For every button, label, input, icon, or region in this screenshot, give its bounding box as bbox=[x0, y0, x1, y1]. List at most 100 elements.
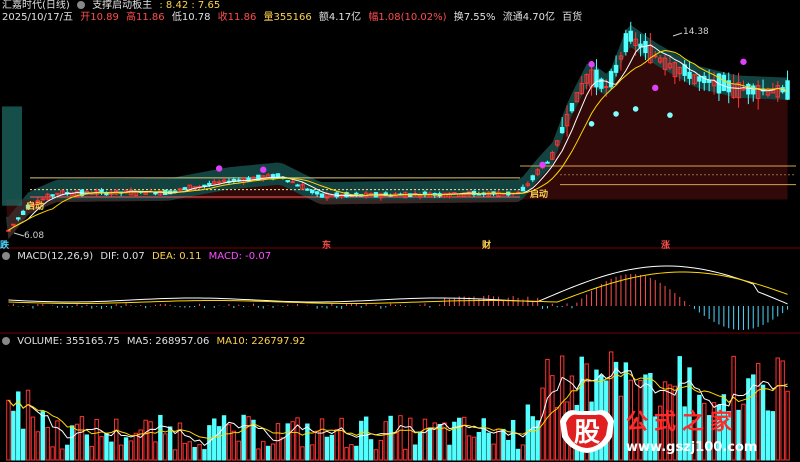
volume-bar bbox=[128, 440, 134, 461]
signal-dot bbox=[260, 166, 267, 173]
volume-bar bbox=[334, 429, 339, 461]
volume-bar bbox=[310, 444, 315, 461]
volume-bar bbox=[256, 448, 261, 461]
low-marker-line bbox=[13, 232, 25, 237]
macd-title[interactable]: MACD(12,26,9) bbox=[17, 251, 93, 262]
candle-body bbox=[687, 71, 692, 79]
low-value: 低10.78 bbox=[171, 12, 211, 23]
volume-bar bbox=[11, 410, 16, 461]
volume-bar bbox=[314, 430, 320, 461]
volume-bar bbox=[275, 423, 281, 461]
volume-bar bbox=[466, 435, 472, 461]
volume-bar bbox=[461, 416, 467, 461]
candle-body bbox=[290, 181, 295, 184]
signal-dot bbox=[588, 61, 595, 68]
volume-bar bbox=[35, 431, 41, 461]
volume-bar bbox=[177, 422, 183, 461]
tag-east[interactable]: 东 bbox=[322, 238, 331, 251]
tag-rise[interactable]: 涨 bbox=[661, 238, 670, 251]
volume-bar bbox=[148, 421, 153, 461]
settings-icon[interactable] bbox=[77, 1, 85, 9]
volume-bar bbox=[212, 418, 217, 461]
stock-title[interactable]: 汇嘉时代(日线) bbox=[2, 0, 70, 11]
volume-bar bbox=[300, 446, 305, 461]
candle-body bbox=[6, 229, 11, 232]
sector-value: 百货 bbox=[562, 12, 583, 23]
candle-body bbox=[623, 33, 629, 53]
candle-body bbox=[559, 127, 565, 134]
volume-bar bbox=[153, 441, 158, 461]
volume-bar bbox=[25, 389, 31, 461]
candle-body bbox=[697, 76, 702, 82]
volume-bar bbox=[231, 430, 237, 461]
watermark-url[interactable]: www.gszj100.com bbox=[626, 440, 757, 455]
volume-bar bbox=[265, 445, 271, 461]
volume-bar bbox=[143, 419, 148, 461]
candle-body bbox=[628, 30, 633, 42]
tag-finance[interactable]: 财 bbox=[482, 238, 491, 251]
volume-bar bbox=[236, 440, 241, 461]
volume-bar bbox=[393, 432, 398, 461]
volume-bar bbox=[339, 417, 344, 461]
close-value: 收11.86 bbox=[217, 12, 257, 23]
high-price-label: 14.38 bbox=[683, 27, 709, 37]
signal-dot bbox=[215, 165, 223, 172]
macd-settings-icon[interactable] bbox=[2, 252, 10, 260]
candle-body bbox=[569, 102, 575, 112]
candle-body bbox=[594, 69, 599, 88]
macd-dea: DEA: 0.11 bbox=[151, 251, 202, 262]
volume-bar bbox=[520, 444, 526, 461]
volume-bar bbox=[354, 445, 359, 461]
volume-bar bbox=[104, 433, 109, 461]
volume-bar bbox=[280, 437, 286, 461]
volume-bar bbox=[261, 440, 266, 461]
volume-bar bbox=[246, 416, 251, 461]
candle-body bbox=[314, 191, 320, 195]
volume-bar bbox=[319, 418, 325, 461]
volume-bar bbox=[437, 423, 442, 461]
volume-bar bbox=[84, 434, 90, 461]
volume-title[interactable]: VOLUME: 355165.75 bbox=[17, 336, 120, 347]
indicator-name[interactable]: 支撑启动板主 bbox=[92, 0, 152, 11]
volume-bar bbox=[329, 434, 335, 461]
candle-body bbox=[295, 184, 300, 187]
volume-bar bbox=[359, 420, 364, 461]
watermark-badge-icon: 股 公式之家 www.gszj100.com bbox=[560, 409, 757, 455]
volume-bar bbox=[398, 415, 403, 461]
volume-bar bbox=[496, 428, 501, 461]
volume-bar bbox=[412, 444, 418, 461]
candle-body bbox=[643, 41, 648, 54]
volume-ma10: MA10: 226797.92 bbox=[216, 336, 306, 347]
candle-body bbox=[746, 83, 751, 95]
volume-bar bbox=[114, 418, 119, 461]
volume-bar bbox=[388, 415, 393, 461]
tag-fall[interactable]: 跌 bbox=[0, 238, 9, 251]
turnover-value: 换7.55% bbox=[453, 12, 496, 23]
signal-dot bbox=[652, 84, 659, 92]
volume-bar bbox=[20, 428, 26, 461]
volume-bar bbox=[65, 444, 70, 461]
candle-body bbox=[520, 186, 526, 192]
volume-bar bbox=[447, 444, 452, 461]
buy-dot bbox=[588, 121, 595, 127]
candle-body bbox=[50, 194, 55, 197]
volume-bar bbox=[55, 420, 60, 461]
candle-body bbox=[182, 187, 188, 190]
volume-bar bbox=[69, 425, 75, 461]
macd-dif: DIF: 0.07 bbox=[100, 251, 145, 262]
volume-bar bbox=[197, 444, 202, 461]
volume-settings-icon[interactable] bbox=[2, 337, 10, 345]
high-value: 高11.86 bbox=[126, 12, 165, 23]
volume-bar bbox=[363, 416, 369, 461]
volume-bar bbox=[30, 416, 36, 461]
volume-bar bbox=[163, 433, 168, 461]
dif-line bbox=[8, 265, 788, 305]
volume-bar bbox=[172, 449, 178, 461]
volume-bar bbox=[187, 441, 192, 461]
volume-bar bbox=[506, 439, 511, 461]
candle-body bbox=[608, 71, 614, 88]
macd-panel bbox=[0, 265, 800, 334]
volume-bar bbox=[109, 441, 114, 461]
watermark-logo: 股 公式之家 www.gszj100.com bbox=[556, 401, 796, 459]
candle-body bbox=[319, 193, 325, 198]
